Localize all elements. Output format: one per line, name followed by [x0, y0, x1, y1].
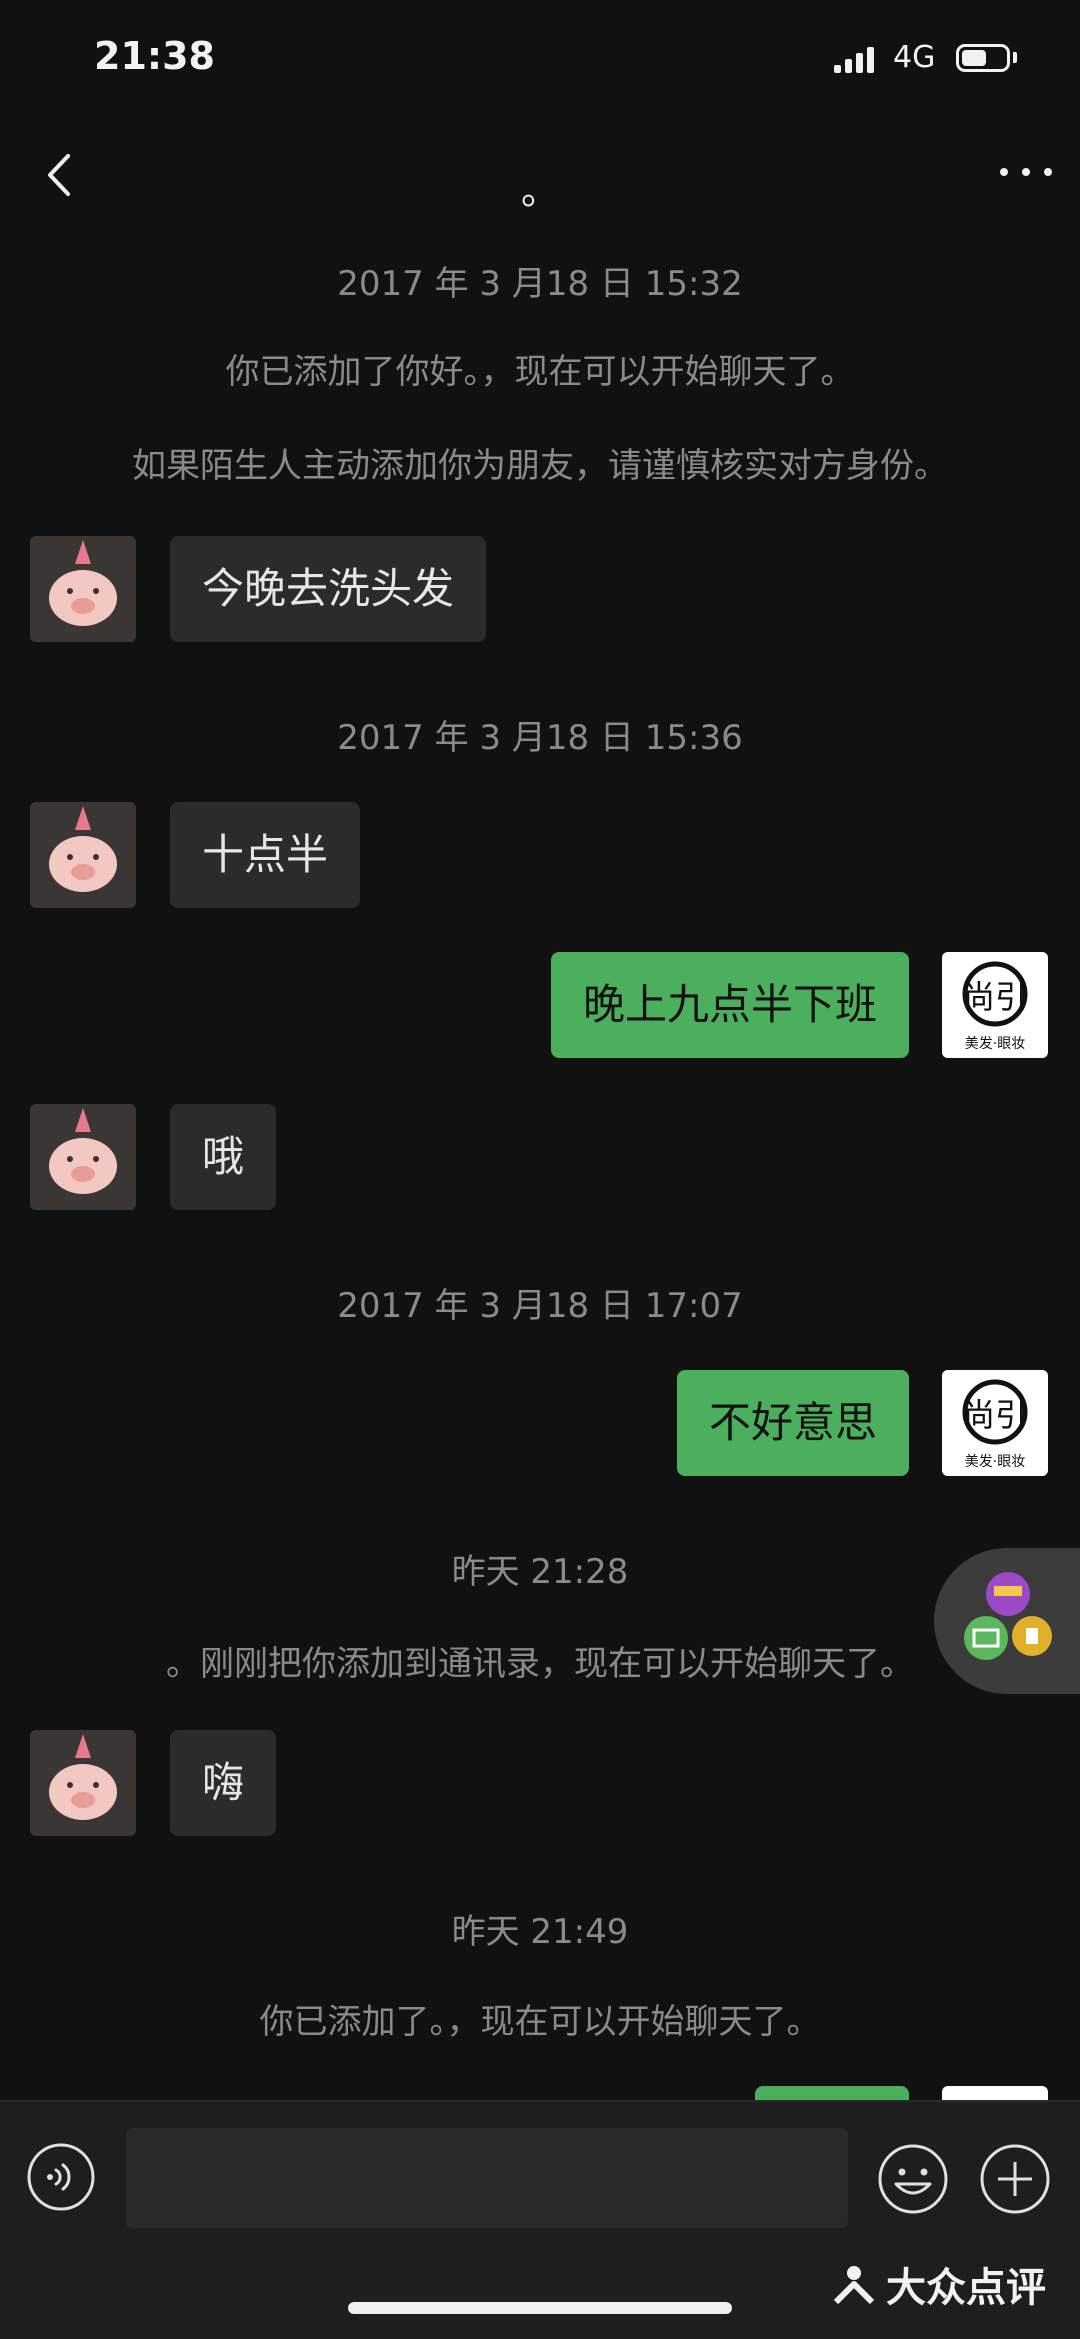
system-message: 你已添加了你好。，现在可以开始聊天了。 — [225, 352, 855, 392]
contact-avatar[interactable] — [30, 1730, 136, 1836]
contact-avatar[interactable] — [30, 802, 136, 908]
system-message: 如果陌生人主动添加你为朋友，请谨慎核实对方身份。 — [132, 446, 948, 486]
timestamp: 昨天 21:49 — [451, 1912, 629, 1952]
voice-icon[interactable] — [26, 2142, 96, 2212]
mini-program-icon — [964, 1572, 1052, 1660]
emoji-icon[interactable] — [876, 2142, 950, 2216]
dianping-logo-icon — [833, 2266, 875, 2305]
message-input[interactable] — [126, 2128, 848, 2228]
message-bubble-incoming[interactable]: 十点半 — [170, 802, 361, 908]
status-time: 21:38 — [94, 34, 215, 78]
chat-title: 。 — [520, 169, 559, 213]
message-bubble-incoming[interactable]: 今晚去洗头发 — [170, 536, 487, 642]
watermark-text: 大众点评 — [886, 2265, 1046, 2311]
timestamp: 2017 年 3 月18 日 15:32 — [337, 264, 743, 304]
timestamp: 2017 年 3 月18 日 17:07 — [337, 1286, 743, 1326]
timestamp: 昨天 21:28 — [451, 1552, 629, 1592]
status-bar: 21:38 4G — [0, 0, 1080, 120]
my-avatar[interactable]: 尚引美发·眼妆 — [942, 1370, 1048, 1476]
battery-icon — [956, 44, 1010, 72]
system-message: 。刚刚把你添加到通讯录，现在可以开始聊天了。 — [166, 1644, 914, 1684]
floating-widget[interactable] — [934, 1548, 1080, 1694]
message-bubble-incoming[interactable]: 嗨 — [170, 1730, 277, 1836]
signal-icon — [834, 45, 874, 73]
message-bubble-outgoing[interactable]: 晚上九点半下班 — [550, 952, 909, 1058]
chat-header: 。 — [0, 120, 1080, 230]
system-message: 你已添加了。，现在可以开始聊天了。 — [259, 2002, 821, 2042]
logo-text: 尚引 — [963, 978, 1027, 1016]
home-indicator — [348, 2302, 732, 2314]
watermark: 大众点评 — [832, 2262, 1046, 2311]
contact-avatar[interactable] — [30, 536, 136, 642]
logo-subtext: 美发·眼妆 — [965, 1454, 1025, 1470]
my-avatar[interactable]: 尚引美发·眼妆 — [942, 952, 1048, 1058]
plus-icon[interactable] — [978, 2142, 1052, 2216]
logo-subtext: 美发·眼妆 — [965, 1036, 1025, 1052]
logo-text: 尚引 — [963, 1396, 1027, 1434]
battery-tip — [1013, 52, 1017, 63]
network-type: 4G — [893, 40, 936, 75]
message-bubble-incoming[interactable]: 哦 — [170, 1104, 277, 1210]
message-bubble-outgoing[interactable]: 不好意思 — [676, 1370, 909, 1476]
contact-avatar[interactable] — [30, 1104, 136, 1210]
timestamp: 2017 年 3 月18 日 15:36 — [337, 718, 743, 758]
more-icon[interactable] — [996, 162, 1056, 182]
